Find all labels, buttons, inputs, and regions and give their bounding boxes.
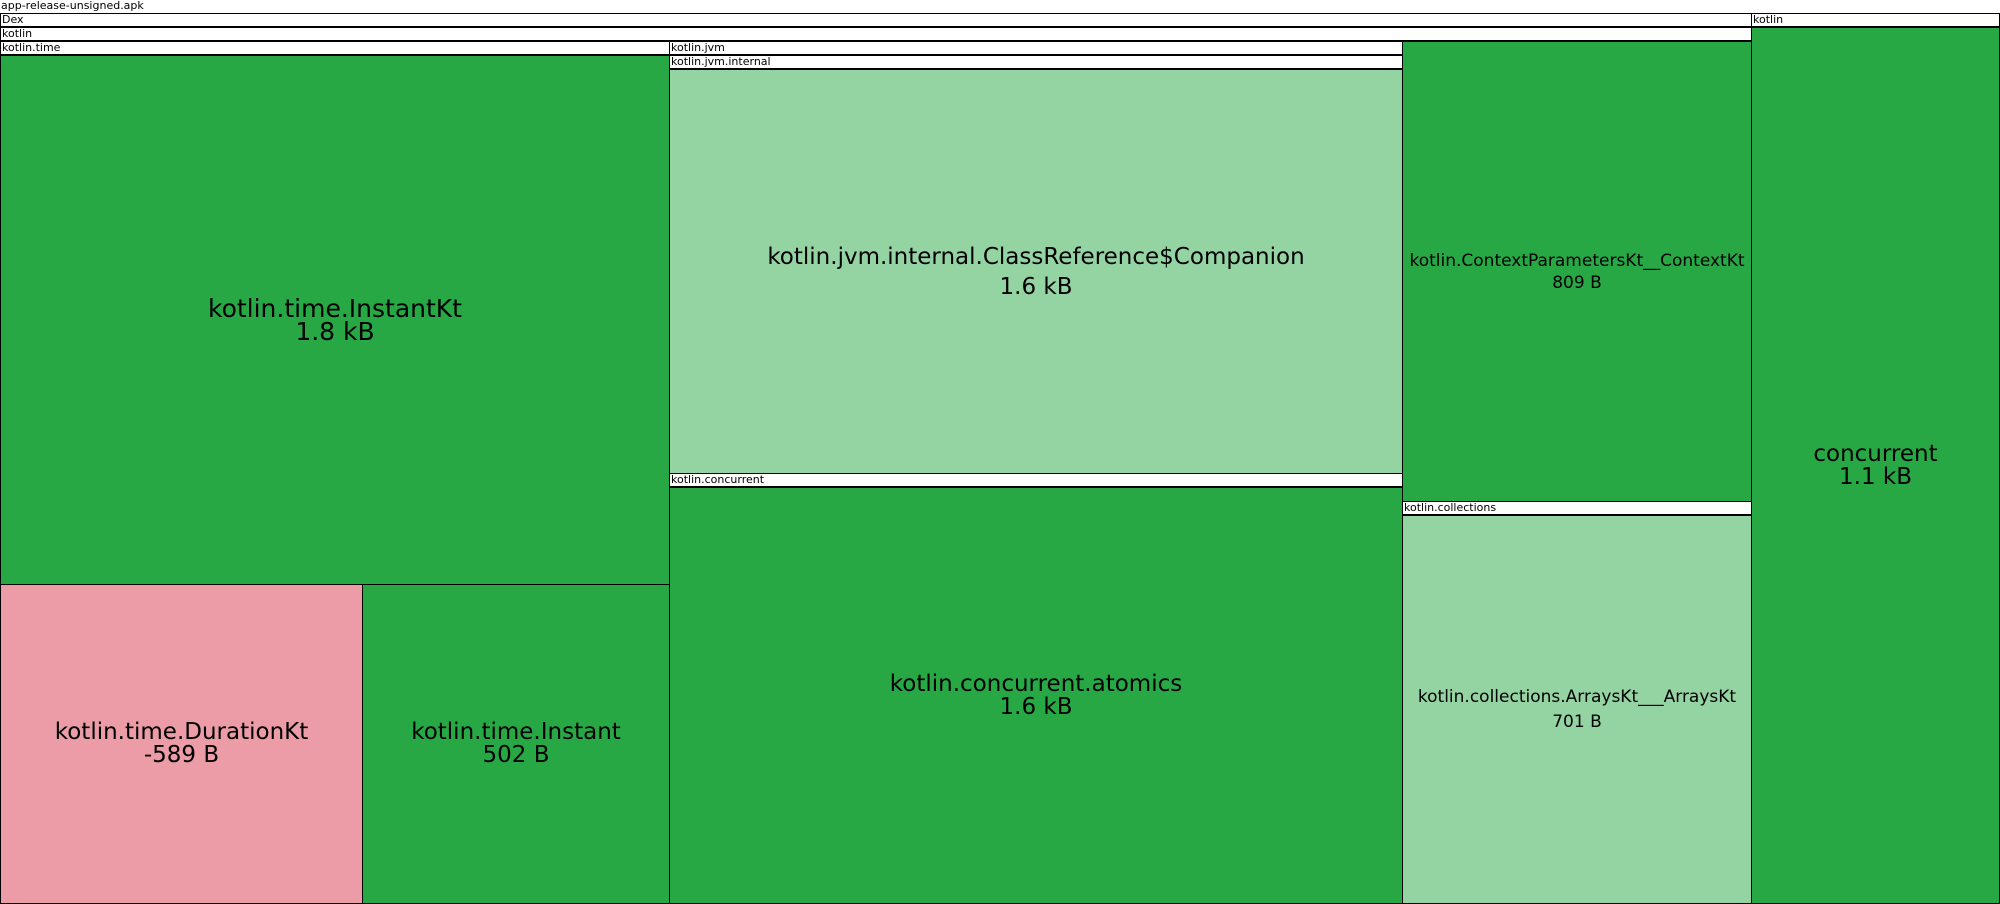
tile-concurrent[interactable]: concurrent 1.1 kB: [1751, 27, 2000, 904]
tile-concurrent-atomics[interactable]: kotlin.concurrent.atomics 1.6 kB: [669, 487, 1403, 904]
tile-size: -589 B: [143, 742, 220, 768]
tile-arrayskt[interactable]: kotlin.collections.ArraysKt___ArraysKt 7…: [1402, 515, 1752, 904]
tile-name: concurrent: [1813, 440, 1938, 467]
tile-size: 809 B: [1552, 272, 1602, 293]
tile-durationkt[interactable]: kotlin.time.DurationKt -589 B: [0, 584, 363, 904]
header-dex[interactable]: Dex: [0, 13, 2000, 27]
tile-contextparameters[interactable]: kotlin.ContextParametersKt__ContextKt 80…: [1402, 41, 1752, 502]
tile-size: 701 B: [1552, 711, 1602, 732]
header-kotlin-time[interactable]: kotlin.time: [0, 41, 670, 55]
tile-name: kotlin.time.DurationKt: [54, 719, 309, 745]
tile-size: 502 B: [482, 742, 550, 768]
header-kotlin-jvm-internal[interactable]: kotlin.jvm.internal: [669, 55, 1403, 69]
tile-instantkt[interactable]: kotlin.time.InstantKt 1.8 kB: [0, 55, 670, 585]
tile-size: 1.6 kB: [999, 273, 1073, 300]
tile-name: kotlin.concurrent.atomics: [889, 670, 1183, 697]
header-apk[interactable]: app-release-unsigned.apk: [0, 0, 2000, 14]
header-kotlin-concurrent[interactable]: kotlin.concurrent: [669, 473, 1403, 487]
tile-size: 1.6 kB: [999, 693, 1073, 720]
tile-name: kotlin.collections.ArraysKt___ArraysKt: [1417, 686, 1737, 707]
header-kotlin-jvm[interactable]: kotlin.jvm: [669, 41, 1403, 55]
tile-name: kotlin.ContextParametersKt__ContextKt: [1409, 250, 1745, 271]
tile-name: kotlin.jvm.internal.ClassReference$Compa…: [767, 243, 1305, 270]
header-kotlin-right[interactable]: kotlin: [1751, 13, 2000, 27]
tile-classreference-companion[interactable]: kotlin.jvm.internal.ClassReference$Compa…: [669, 69, 1403, 474]
tile-name: kotlin.time.Instant: [411, 719, 621, 745]
header-kotlin-collections[interactable]: kotlin.collections: [1402, 501, 1752, 515]
header-kotlin[interactable]: kotlin: [0, 27, 1752, 41]
tile-instant[interactable]: kotlin.time.Instant 502 B: [362, 584, 670, 904]
tile-size: 1.8 kB: [295, 317, 375, 346]
tile-size: 1.1 kB: [1839, 463, 1912, 490]
